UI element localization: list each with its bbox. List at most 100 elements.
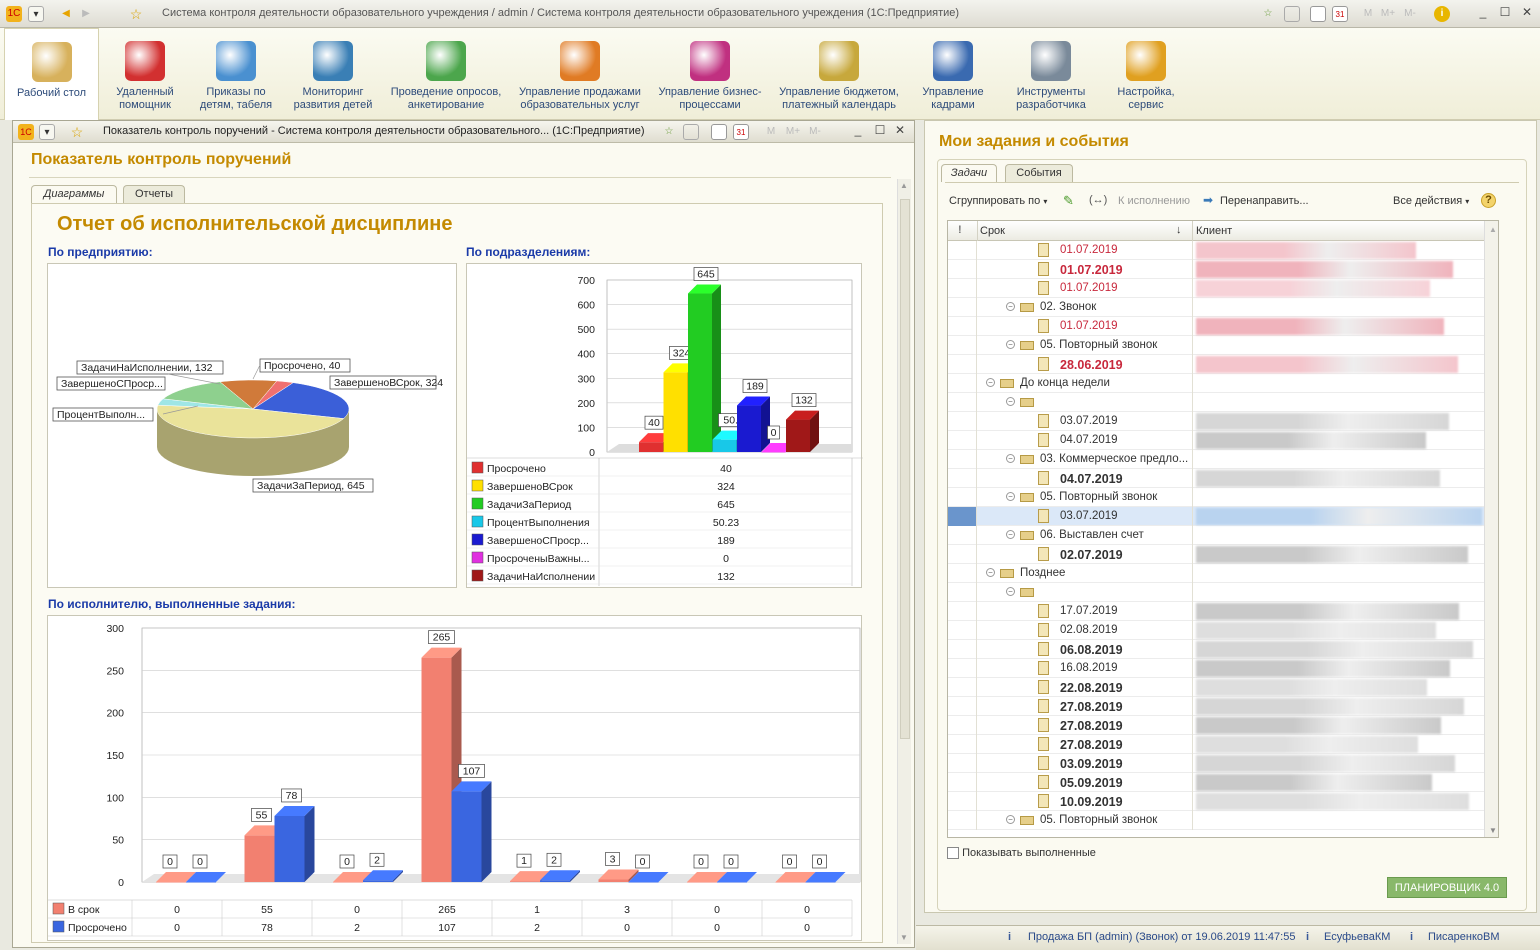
edit-icon[interactable]: ✎ bbox=[1063, 193, 1074, 209]
all-actions-button[interactable]: Все действия ▾ bbox=[1393, 195, 1469, 207]
collapse-icon[interactable]: − bbox=[1006, 302, 1015, 311]
calculator-icon[interactable] bbox=[711, 124, 727, 140]
table-row[interactable]: 01.07.2019 bbox=[948, 260, 1498, 279]
table-row[interactable]: 03.07.2019 bbox=[948, 412, 1498, 431]
tab-reports[interactable]: Отчеты bbox=[123, 185, 185, 203]
planner-button[interactable]: ПЛАНИРОВЩИК 4.0 bbox=[1387, 877, 1507, 898]
close-icon[interactable]: ✕ bbox=[1518, 5, 1536, 21]
forward-icon[interactable]: ▶ bbox=[78, 6, 94, 22]
section-1-button[interactable]: Рабочий стол bbox=[4, 28, 99, 120]
history-icon[interactable] bbox=[1284, 6, 1300, 22]
execute-button[interactable]: К исполнению bbox=[1118, 195, 1190, 207]
calculator-icon[interactable] bbox=[1310, 6, 1326, 22]
redirect-icon[interactable]: ➡ bbox=[1203, 193, 1213, 207]
collapse-icon[interactable]: − bbox=[1006, 340, 1015, 349]
app-logo-icon[interactable]: 1C bbox=[18, 124, 34, 140]
table-row[interactable]: − 06. Выставлен счет bbox=[948, 526, 1498, 545]
collapse-icon[interactable]: − bbox=[1006, 815, 1015, 824]
section-3-button[interactable]: Приказы по детям, табеля bbox=[190, 28, 282, 120]
table-row[interactable]: 06.08.2019 bbox=[948, 640, 1498, 659]
tab-events[interactable]: События bbox=[1005, 164, 1073, 182]
table-row[interactable]: 03.07.2019 bbox=[948, 507, 1498, 526]
table-row[interactable]: 04.07.2019 bbox=[948, 431, 1498, 450]
column-deadline[interactable]: Срок bbox=[980, 225, 1005, 237]
table-row[interactable]: 10.09.2019 bbox=[948, 792, 1498, 811]
table-row[interactable]: 27.08.2019 bbox=[948, 735, 1498, 754]
section-9-button[interactable]: Управление кадрами bbox=[910, 28, 996, 120]
section-8-button[interactable]: Управление бюджетом, платежный календарь bbox=[770, 28, 908, 120]
history-icon[interactable] bbox=[683, 124, 699, 140]
collapse-icon[interactable]: − bbox=[1006, 587, 1015, 596]
collapse-icon[interactable]: − bbox=[986, 568, 995, 577]
sort-down-icon[interactable]: ↓ bbox=[1176, 224, 1182, 236]
section-11-button[interactable]: Настройка, сервис bbox=[1104, 28, 1188, 120]
scrollbar-thumb[interactable] bbox=[900, 199, 910, 739]
section-7-button[interactable]: Управление бизнес-процессами bbox=[652, 28, 768, 120]
table-row[interactable]: − 02. Звонок bbox=[948, 298, 1498, 317]
table-row[interactable]: 22.08.2019 bbox=[948, 678, 1498, 697]
maximize-icon[interactable]: ☐ bbox=[1496, 5, 1514, 21]
table-row[interactable]: 01.07.2019 bbox=[948, 317, 1498, 336]
back-icon[interactable]: ◀ bbox=[58, 6, 74, 22]
table-row[interactable]: 02.07.2019 bbox=[948, 545, 1498, 564]
table-row[interactable]: 17.07.2019 bbox=[948, 602, 1498, 621]
table-row[interactable]: − bbox=[948, 393, 1498, 412]
refresh-icon[interactable]: (↔) bbox=[1089, 194, 1107, 206]
calendar-icon[interactable]: 31 bbox=[733, 124, 749, 140]
section-4-button[interactable]: Мониторинг развития детей bbox=[286, 28, 380, 120]
table-scrollbar[interactable]: ▲ ▼ bbox=[1484, 221, 1498, 837]
section-10-button[interactable]: Инструменты разработчика bbox=[1000, 28, 1102, 120]
table-row[interactable]: 01.07.2019 bbox=[948, 279, 1498, 298]
menu-icon[interactable]: ▾ bbox=[28, 6, 44, 22]
show-done-checkbox[interactable] bbox=[947, 847, 959, 860]
close-icon[interactable]: ✕ bbox=[891, 123, 909, 139]
table-row[interactable]: 28.06.2019 bbox=[948, 355, 1498, 374]
tab-diagrams[interactable]: Диаграммы bbox=[31, 185, 117, 203]
show-done-checkbox-row[interactable]: Показывать выполненные bbox=[947, 847, 1096, 860]
status-item-user1[interactable]: ЕсуфьеваКМ bbox=[1324, 931, 1390, 943]
importance-icon[interactable]: ! bbox=[958, 224, 962, 236]
collapse-icon[interactable]: − bbox=[1006, 492, 1015, 501]
table-row[interactable]: − 05. Повторный звонок bbox=[948, 336, 1498, 355]
minimize-icon[interactable]: _ bbox=[1474, 5, 1492, 21]
info-icon[interactable]: i bbox=[1434, 6, 1450, 22]
table-row[interactable]: − 05. Повторный звонок bbox=[948, 811, 1498, 830]
collapse-icon[interactable]: − bbox=[1006, 530, 1015, 539]
collapse-icon[interactable]: − bbox=[1006, 397, 1015, 406]
section-6-button[interactable]: Управление продажами образовательных усл… bbox=[512, 28, 648, 120]
table-row[interactable]: − До конца недели bbox=[948, 374, 1498, 393]
table-row[interactable]: − bbox=[948, 583, 1498, 602]
section-2-button[interactable]: Удаленный помощник bbox=[104, 28, 186, 120]
table-row[interactable]: 01.07.2019 bbox=[948, 241, 1498, 260]
table-row[interactable]: − 05. Повторный звонок bbox=[948, 488, 1498, 507]
table-row[interactable]: 16.08.2019 bbox=[948, 659, 1498, 678]
app-logo-icon[interactable]: 1C bbox=[6, 6, 22, 22]
tab-tasks[interactable]: Задачи bbox=[941, 164, 997, 182]
favorites-star-icon[interactable]: ☆ bbox=[69, 124, 85, 140]
table-row[interactable]: 27.08.2019 bbox=[948, 697, 1498, 716]
table-row[interactable]: 03.09.2019 bbox=[948, 754, 1498, 773]
redirect-button[interactable]: Перенаправить... bbox=[1220, 195, 1309, 207]
favorite-add-icon[interactable]: ☆ bbox=[1260, 6, 1276, 22]
favorites-star-icon[interactable]: ☆ bbox=[128, 6, 144, 22]
table-row[interactable]: 27.08.2019 bbox=[948, 716, 1498, 735]
status-item-user2[interactable]: ПисаренкоВМ bbox=[1428, 931, 1500, 943]
column-client[interactable]: Клиент bbox=[1196, 225, 1232, 237]
section-5-button[interactable]: Проведение опросов, анкетирование bbox=[384, 28, 508, 120]
group-by-button[interactable]: Сгруппировать по ▾ bbox=[949, 195, 1047, 207]
calendar-icon[interactable]: 31 bbox=[1332, 6, 1348, 22]
table-row[interactable]: − 03. Коммерческое предло... bbox=[948, 450, 1498, 469]
menu-icon[interactable]: ▾ bbox=[39, 124, 55, 140]
collapse-icon[interactable]: − bbox=[1006, 454, 1015, 463]
maximize-icon[interactable]: ☐ bbox=[871, 123, 889, 139]
table-row[interactable]: 02.08.2019 bbox=[948, 621, 1498, 640]
help-icon[interactable]: ? bbox=[1481, 193, 1496, 208]
minimize-icon[interactable]: _ bbox=[849, 123, 867, 139]
table-row[interactable]: − Позднее bbox=[948, 564, 1498, 583]
collapse-icon[interactable]: − bbox=[986, 378, 995, 387]
status-item-event[interactable]: Продажа БП (admin) (Звонок) от 19.06.201… bbox=[1028, 931, 1295, 943]
table-row[interactable]: 04.07.2019 bbox=[948, 469, 1498, 488]
table-row[interactable]: 05.09.2019 bbox=[948, 773, 1498, 792]
vertical-scrollbar[interactable]: ▲ ▼ bbox=[897, 179, 911, 944]
favorite-add-icon[interactable]: ☆ bbox=[661, 124, 677, 140]
